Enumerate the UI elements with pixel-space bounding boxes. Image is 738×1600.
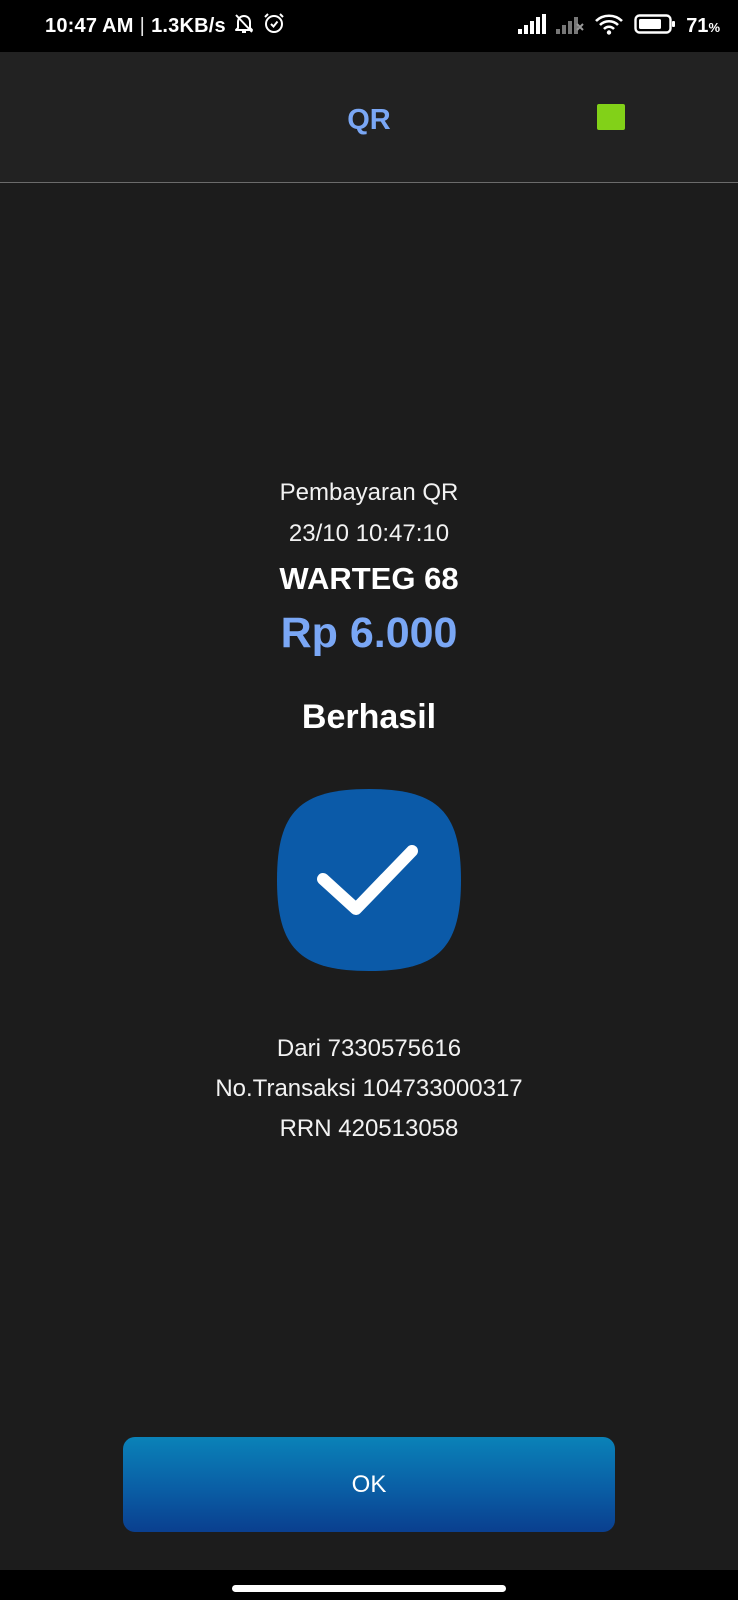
- payment-type-label: Pembayaran QR: [279, 479, 459, 506]
- payment-amount: Rp 6.000: [280, 609, 458, 657]
- page-title: QR: [347, 104, 391, 136]
- battery-unit: %: [708, 19, 720, 35]
- status-indicator: [597, 104, 625, 130]
- battery-percentage: 71%: [686, 15, 720, 38]
- status-separator: |: [139, 14, 146, 37]
- signal-icon: [518, 13, 547, 39]
- status-right: 71%: [518, 0, 720, 52]
- signal-no-sim-icon: [556, 14, 584, 39]
- transaction-datetime: 23/10 10:47:10: [288, 520, 450, 547]
- battery-icon: [634, 13, 676, 40]
- home-indicator[interactable]: [232, 1585, 506, 1592]
- receipt-content: Pembayaran QR 23/10 10:47:10 WARTEG 68 R…: [0, 183, 738, 1570]
- sender-account: Dari 7330575616: [276, 1035, 462, 1062]
- battery-level: 71: [686, 14, 709, 37]
- check-icon: [274, 786, 464, 974]
- navigation-bar: [0, 1570, 738, 1600]
- status-bar: 10:47 AM | 1.3KB/s 71%: [0, 0, 738, 52]
- notifications-off-icon: [232, 11, 256, 41]
- app-header: QR: [0, 52, 738, 183]
- payment-status: Berhasil: [301, 698, 437, 736]
- alarm-icon: [262, 11, 286, 41]
- transaction-number: No.Transaksi 104733000317: [215, 1075, 523, 1102]
- status-network-speed: 1.3KB/s: [151, 14, 226, 37]
- status-time: 10:47 AM: [45, 14, 134, 37]
- rrn-number: RRN 420513058: [279, 1115, 459, 1142]
- merchant-name: WARTEG 68: [279, 561, 459, 596]
- ok-button[interactable]: OK: [123, 1437, 615, 1532]
- status-left: 10:47 AM | 1.3KB/s: [45, 0, 286, 52]
- wifi-icon: [594, 13, 624, 40]
- ok-button-label: OK: [351, 1470, 387, 1498]
